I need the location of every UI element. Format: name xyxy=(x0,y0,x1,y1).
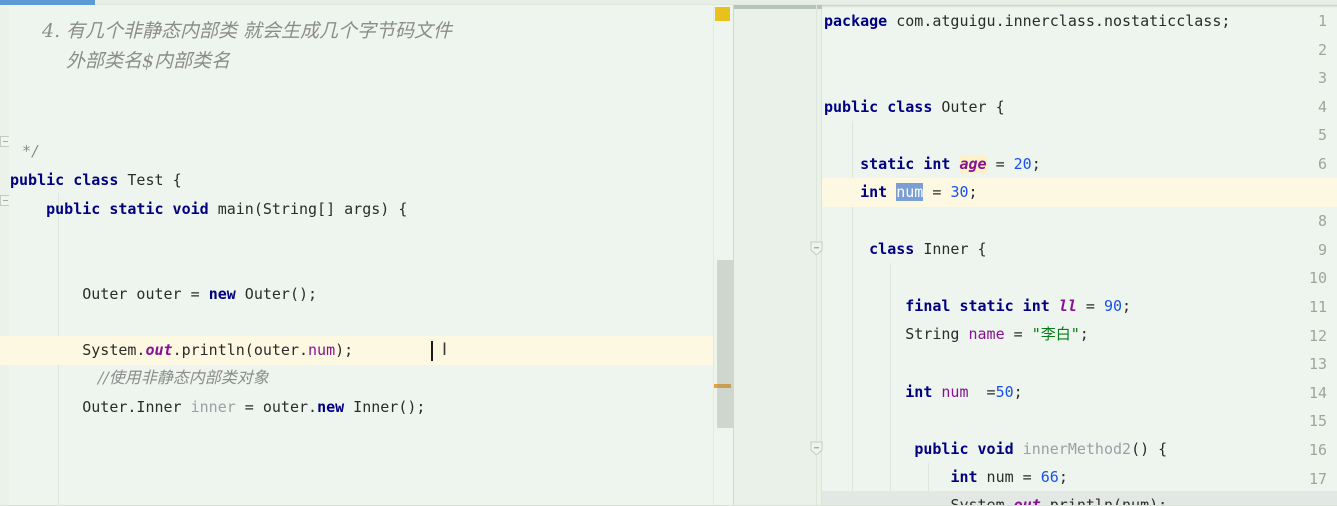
value-66: 66 xyxy=(1040,468,1059,486)
right-editor-pane[interactable]: 123456789101112131415161718 package com.… xyxy=(733,5,1337,506)
code-line-println[interactable]: System.out.println(outer.num); xyxy=(0,336,713,365)
age-eq: = xyxy=(986,155,1014,173)
inner-decl-mid: = outer. xyxy=(235,398,318,416)
field-age: age xyxy=(959,155,987,173)
package-name: com.atguigu.innerclass.nostaticclass; xyxy=(887,12,1231,30)
code-line-inner-decl[interactable]: Outer.Inner inner = outer.new Inner(); xyxy=(10,393,425,422)
warning-stripe-marker[interactable] xyxy=(715,7,730,21)
comment-item-number: 4. xyxy=(42,20,61,42)
class-name-inner: Inner { xyxy=(914,240,987,258)
code-line-inner-num-field[interactable]: int num =50; xyxy=(824,378,1023,407)
right-code-area[interactable]: package com.atguigu.innerclass.nostaticc… xyxy=(822,5,1337,506)
code-line-num-field[interactable]: int num = 30; xyxy=(822,178,1337,207)
value-20: 20 xyxy=(1013,155,1032,173)
method-innermethod2: innerMethod2 xyxy=(1013,440,1132,458)
fold-guide-line-bottom xyxy=(816,455,817,506)
inner-decl-tail: Inner(); xyxy=(344,398,426,416)
age-semicolon: ; xyxy=(1031,155,1041,173)
comment-close: */ xyxy=(22,142,41,160)
println-tail: ); xyxy=(335,341,354,359)
keyword-int-local: int xyxy=(950,468,978,486)
ll-eq: = xyxy=(1076,297,1104,315)
error-stripe-column[interactable] xyxy=(713,5,733,506)
keyword-new-inner: new xyxy=(317,398,345,416)
println-mid: .println(outer. xyxy=(172,341,309,359)
value-90: 90 xyxy=(1103,297,1123,315)
keyword-package: package xyxy=(824,12,888,30)
string-libai: "李白" xyxy=(1031,325,1080,343)
ide-editor-window: 4. 有几个非静态内部类 就会生成几个字节码文件 外部类名$内部类名 */ pu… xyxy=(0,0,1337,506)
fold-guide-line-mid xyxy=(816,255,817,441)
code-line-println-num[interactable]: System.out.println(num); xyxy=(822,491,1337,506)
keyword-static-int: static int xyxy=(860,155,951,173)
value-30: 30 xyxy=(950,183,969,201)
right-gutter[interactable] xyxy=(734,5,822,506)
keyword-final-static-int: final static int xyxy=(905,297,1050,315)
inner-decl-head: Outer.Inner xyxy=(82,398,191,416)
left-editor-pane[interactable]: 4. 有几个非静态内部类 就会生成几个字节码文件 外部类名$内部类名 */ pu… xyxy=(0,5,733,506)
code-line-inline-comment: //使用非静态内部类对象 xyxy=(98,368,269,387)
field-out: out xyxy=(145,341,173,359)
local-num-semicolon: ; xyxy=(1058,468,1068,486)
fold-guide-line-top xyxy=(816,5,817,241)
code-line-local-num[interactable]: int num = 66; xyxy=(824,463,1068,492)
code-line-inner-method-decl[interactable]: public void innerMethod2() { xyxy=(824,435,1167,464)
name-eq: = xyxy=(1004,325,1032,343)
code-line-outer-decl[interactable]: Outer outer = new Outer(); xyxy=(10,280,317,309)
inner-num-eq: = xyxy=(968,383,996,401)
value-50: 50 xyxy=(995,383,1014,401)
keyword-new: new xyxy=(208,285,236,303)
keyword-int: int xyxy=(860,183,888,201)
class-name-outer: Outer { xyxy=(932,98,1005,116)
code-line-package[interactable]: package com.atguigu.innerclass.nostaticc… xyxy=(824,7,1230,36)
num-semicolon: ; xyxy=(968,183,978,201)
ll-semicolon: ; xyxy=(1122,297,1132,315)
keyword-public-class: public class xyxy=(10,171,119,189)
type-string: String xyxy=(905,325,969,343)
code-line-age-field[interactable]: static int age = 20; xyxy=(824,150,1041,179)
keyword-public-void: public void xyxy=(914,440,1014,458)
code-line-name-field[interactable]: String name = "李白"; xyxy=(824,320,1089,349)
num-eq: = xyxy=(923,183,951,201)
mouse-ibeam-cursor: I xyxy=(441,340,447,360)
code-line-outer-class[interactable]: public class Outer { xyxy=(824,93,1005,122)
gutter-top-shadow xyxy=(734,5,822,9)
name-semicolon: ; xyxy=(1079,325,1089,343)
outer-decl-head: Outer outer = xyxy=(82,285,209,303)
left-code-area[interactable]: 4. 有几个非静态内部类 就会生成几个字节码文件 外部类名$内部类名 */ pu… xyxy=(0,5,713,506)
field-num: num xyxy=(308,341,336,359)
variable-inner: inner xyxy=(190,398,236,416)
main-signature: main(String[] args) { xyxy=(217,200,408,218)
local-num-var: num = xyxy=(977,468,1041,486)
method-parens: () { xyxy=(1131,440,1168,458)
vertical-scrollbar-thumb[interactable] xyxy=(717,260,733,428)
code-line-ll-field[interactable]: final static int ll = 90; xyxy=(824,292,1131,321)
class-name-test: Test xyxy=(127,171,164,189)
outer-decl-tail: Outer(); xyxy=(235,285,318,303)
code-line-class-decl[interactable]: public class Test { xyxy=(10,166,182,195)
field-ll: ll xyxy=(1058,297,1077,315)
inner-num-semicolon: ; xyxy=(1013,383,1023,401)
field-inner-num: num xyxy=(932,383,969,401)
keyword-public-static-void: public static void xyxy=(46,200,209,218)
println-head: System. xyxy=(82,341,146,359)
selection-field-num[interactable]: num xyxy=(896,183,924,201)
keyword-int-inner: int xyxy=(905,383,933,401)
code-line-main-decl[interactable]: public static void main(String[] args) { xyxy=(10,195,407,224)
comment-line-2: 外部类名$内部类名 xyxy=(66,50,231,72)
comment-line-1: 有几个非静态内部类 就会生成几个字节码文件 xyxy=(66,20,453,42)
keyword-class: class xyxy=(869,240,915,258)
text-caret xyxy=(431,341,433,361)
code-line-inner-class[interactable]: class Inner { xyxy=(824,235,987,264)
class-open-brace: { xyxy=(172,171,182,189)
keyword-public-class-outer: public class xyxy=(824,98,933,116)
field-name: name xyxy=(968,325,1005,343)
